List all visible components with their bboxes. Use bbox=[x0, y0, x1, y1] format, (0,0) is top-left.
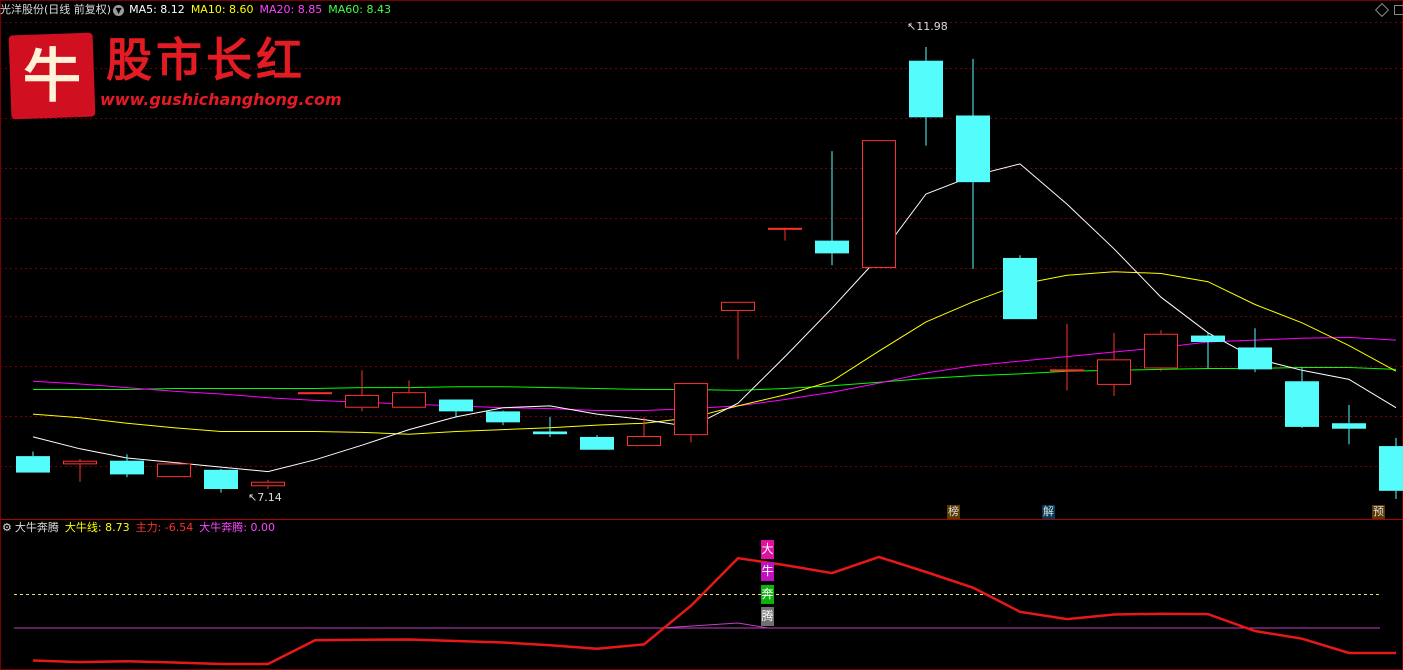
candle[interactable] bbox=[1050, 323, 1084, 391]
candle-body bbox=[956, 115, 990, 183]
candle[interactable] bbox=[392, 380, 426, 408]
candle-body bbox=[16, 456, 50, 473]
candle[interactable] bbox=[1332, 404, 1366, 445]
candle-body bbox=[439, 399, 473, 412]
candle-body bbox=[862, 140, 896, 268]
ma20-readout: MA20: 8.85 bbox=[259, 3, 323, 16]
candle[interactable] bbox=[721, 301, 755, 360]
logo-url: www.gushichanghong.com bbox=[100, 90, 342, 109]
candle-body bbox=[157, 463, 191, 478]
ma5-line bbox=[32, 163, 1397, 473]
watermark-logo: 牛 股市长红 www.gushichanghong.com bbox=[0, 24, 345, 120]
signal-tag-ben: 奔 bbox=[761, 585, 774, 604]
candle-body bbox=[1097, 359, 1131, 385]
candle[interactable] bbox=[1144, 330, 1178, 372]
candle-body bbox=[533, 431, 567, 435]
candle-body bbox=[674, 383, 708, 436]
candle-body bbox=[1285, 381, 1319, 427]
candle-body bbox=[110, 460, 144, 475]
candle-body bbox=[721, 301, 755, 311]
event-tag-bang[interactable]: 榜 bbox=[947, 505, 960, 519]
logo-badge-char: 牛 bbox=[22, 42, 81, 110]
main-force-readout: 主力: -6.54 bbox=[135, 521, 194, 534]
candle-body bbox=[1238, 347, 1272, 370]
high-price-value: 11.98 bbox=[916, 20, 948, 33]
candle-body bbox=[486, 411, 520, 423]
candle-body bbox=[1191, 335, 1225, 342]
indicator-gear-icon[interactable]: ⚙ bbox=[2, 519, 12, 537]
candle[interactable] bbox=[157, 462, 191, 478]
candle[interactable] bbox=[486, 410, 520, 426]
candle[interactable] bbox=[345, 370, 379, 412]
candle-body bbox=[627, 436, 661, 447]
ma5-readout: MA5: 8.12 bbox=[129, 3, 185, 16]
chevron-down-icon[interactable]: ▼ bbox=[113, 4, 125, 16]
signal-tag-teng: 腾 bbox=[761, 607, 774, 626]
candle[interactable] bbox=[580, 435, 614, 450]
candle[interactable] bbox=[674, 383, 708, 443]
candle[interactable] bbox=[862, 140, 896, 268]
candle[interactable] bbox=[909, 47, 943, 146]
candle-body bbox=[909, 60, 943, 118]
candle[interactable] bbox=[16, 451, 50, 473]
indicator-panel-header: ⚙ 大牛奔腾 大牛线: 8.73 主力: -6.54 大牛奔腾: 0.00 bbox=[0, 519, 281, 537]
candle-body bbox=[63, 460, 97, 465]
candle[interactable] bbox=[1285, 367, 1319, 428]
candle-body bbox=[392, 392, 426, 408]
candle[interactable] bbox=[204, 468, 238, 493]
candle-body bbox=[580, 436, 614, 450]
candle-body bbox=[1332, 423, 1366, 429]
candle-body bbox=[204, 469, 238, 489]
logo-title: 股市长红 bbox=[106, 33, 306, 87]
event-tag-yu[interactable]: 预 bbox=[1372, 505, 1385, 519]
candle[interactable] bbox=[63, 458, 97, 482]
candle[interactable] bbox=[1097, 332, 1131, 396]
candle-body bbox=[251, 481, 285, 487]
signal-readout: 大牛奔腾: 0.00 bbox=[199, 521, 275, 534]
candle-body bbox=[768, 227, 802, 230]
low-price-label: ↖7.14 bbox=[248, 492, 282, 504]
signal-tag-niu: 牛 bbox=[761, 562, 774, 581]
indicator-title[interactable]: 大牛奔腾 bbox=[15, 519, 59, 537]
candle[interactable] bbox=[1191, 332, 1225, 369]
signal-tag-da: 大 bbox=[761, 540, 774, 559]
price-panel-header: 光洋股份(日线 前复权) ▼ MA5: 8.12 MA10: 8.60 MA20… bbox=[0, 1, 397, 19]
candle[interactable] bbox=[1238, 328, 1272, 373]
candle-body bbox=[298, 392, 332, 395]
candle[interactable] bbox=[1003, 255, 1037, 320]
big-bull-line-readout: 大牛线: 8.73 bbox=[64, 521, 130, 534]
candle[interactable] bbox=[251, 479, 285, 489]
candle[interactable] bbox=[1379, 437, 1403, 500]
candle[interactable] bbox=[298, 392, 332, 395]
low-price-value: 7.14 bbox=[257, 491, 282, 504]
candle[interactable] bbox=[956, 58, 990, 269]
high-price-label: ↖11.98 bbox=[907, 21, 948, 33]
signal-bump bbox=[660, 622, 769, 629]
main-force-line bbox=[32, 555, 1396, 666]
candle-body bbox=[1379, 446, 1403, 491]
event-tag-jie[interactable]: 解 bbox=[1042, 505, 1055, 519]
candle-body bbox=[1144, 333, 1178, 369]
moving-average-lines bbox=[32, 163, 1397, 473]
low-arrow-icon: ↖ bbox=[248, 491, 258, 504]
candle-body bbox=[1003, 257, 1037, 320]
ma10-readout: MA10: 8.60 bbox=[190, 3, 254, 16]
ma60-readout: MA60: 8.43 bbox=[328, 3, 391, 16]
candle-body bbox=[1050, 369, 1084, 372]
candle[interactable] bbox=[110, 454, 144, 478]
candle-body bbox=[815, 240, 849, 254]
ma20-line bbox=[32, 336, 1397, 411]
stock-title[interactable]: 光洋股份(日线 前复权) bbox=[0, 1, 111, 19]
ma60-line bbox=[33, 367, 1397, 391]
candle[interactable] bbox=[768, 227, 802, 241]
candle-body bbox=[345, 394, 379, 408]
window-icon[interactable] bbox=[1394, 5, 1403, 15]
indicator-panel bbox=[14, 555, 1396, 666]
high-arrow-icon: ↖ bbox=[907, 20, 917, 33]
ma10-line bbox=[32, 271, 1397, 435]
